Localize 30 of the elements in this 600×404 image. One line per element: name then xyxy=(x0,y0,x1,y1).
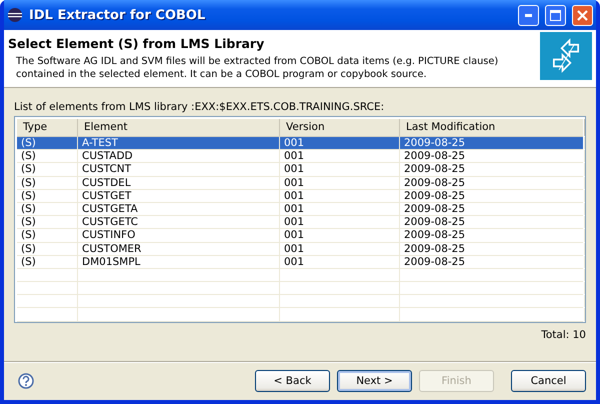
table-row[interactable]: (S) CUSTGET 001 2009-08-25 xyxy=(17,190,583,203)
table-row[interactable]: (S) CUSTGETC 001 2009-08-25 xyxy=(17,216,583,230)
close-icon xyxy=(577,10,588,20)
table-row[interactable]: (S) CUSTOMER 001 2009-08-25 xyxy=(17,242,583,256)
page-title: Select Element (S) from LMS Library xyxy=(8,36,266,51)
table-row[interactable]: (S) DM01SMPL 001 2009-08-25 xyxy=(17,256,583,269)
maximize-button[interactable] xyxy=(545,4,566,26)
app-icon xyxy=(7,7,23,23)
table-row[interactable]: (S) CUSTGETA 001 2009-08-25 xyxy=(17,202,583,216)
wizard-button[interactable]: Cancel xyxy=(511,370,586,392)
table-row[interactable]: (S) CUSTDEL 001 2009-08-25 xyxy=(17,176,583,190)
list-label: List of elements from LMS library :EXX:$EXX.ETS.COB.TRAINING.SRCE: xyxy=(14,101,386,113)
maximize-icon xyxy=(550,10,561,20)
column-header[interactable]: Type xyxy=(17,119,78,136)
total-count: Total: 10 xyxy=(540,329,586,341)
close-button[interactable] xyxy=(572,4,593,26)
wizard-button[interactable]: Next > xyxy=(337,370,412,392)
column-header[interactable]: Last Modification xyxy=(400,119,585,136)
table-row[interactable]: (S) CUSTINFO 001 2009-08-25 xyxy=(17,229,583,242)
wizard-button[interactable]: < Back xyxy=(255,370,330,392)
table-row[interactable]: (S) CUSTADD 001 2009-08-25 xyxy=(17,150,583,164)
page-description: The Software AG IDL and SVM files will be extracted from COBOL data items (e.g. PICTURE clause) contained in the selected element. It can be a COBOL program or copybook source. xyxy=(15,55,500,81)
window-title: IDL Extractor for COBOL xyxy=(29,8,206,22)
column-header[interactable]: Element xyxy=(78,119,280,136)
minimize-button[interactable] xyxy=(518,4,539,26)
table-row[interactable]: (S) CUSTCNT 001 2009-08-25 xyxy=(17,163,583,177)
column-header[interactable]: Version xyxy=(280,119,400,136)
table-row[interactable]: (S) A-TEST 001 2009-08-25 xyxy=(17,137,583,150)
help-icon[interactable] xyxy=(18,373,34,389)
minimize-icon xyxy=(524,14,532,16)
